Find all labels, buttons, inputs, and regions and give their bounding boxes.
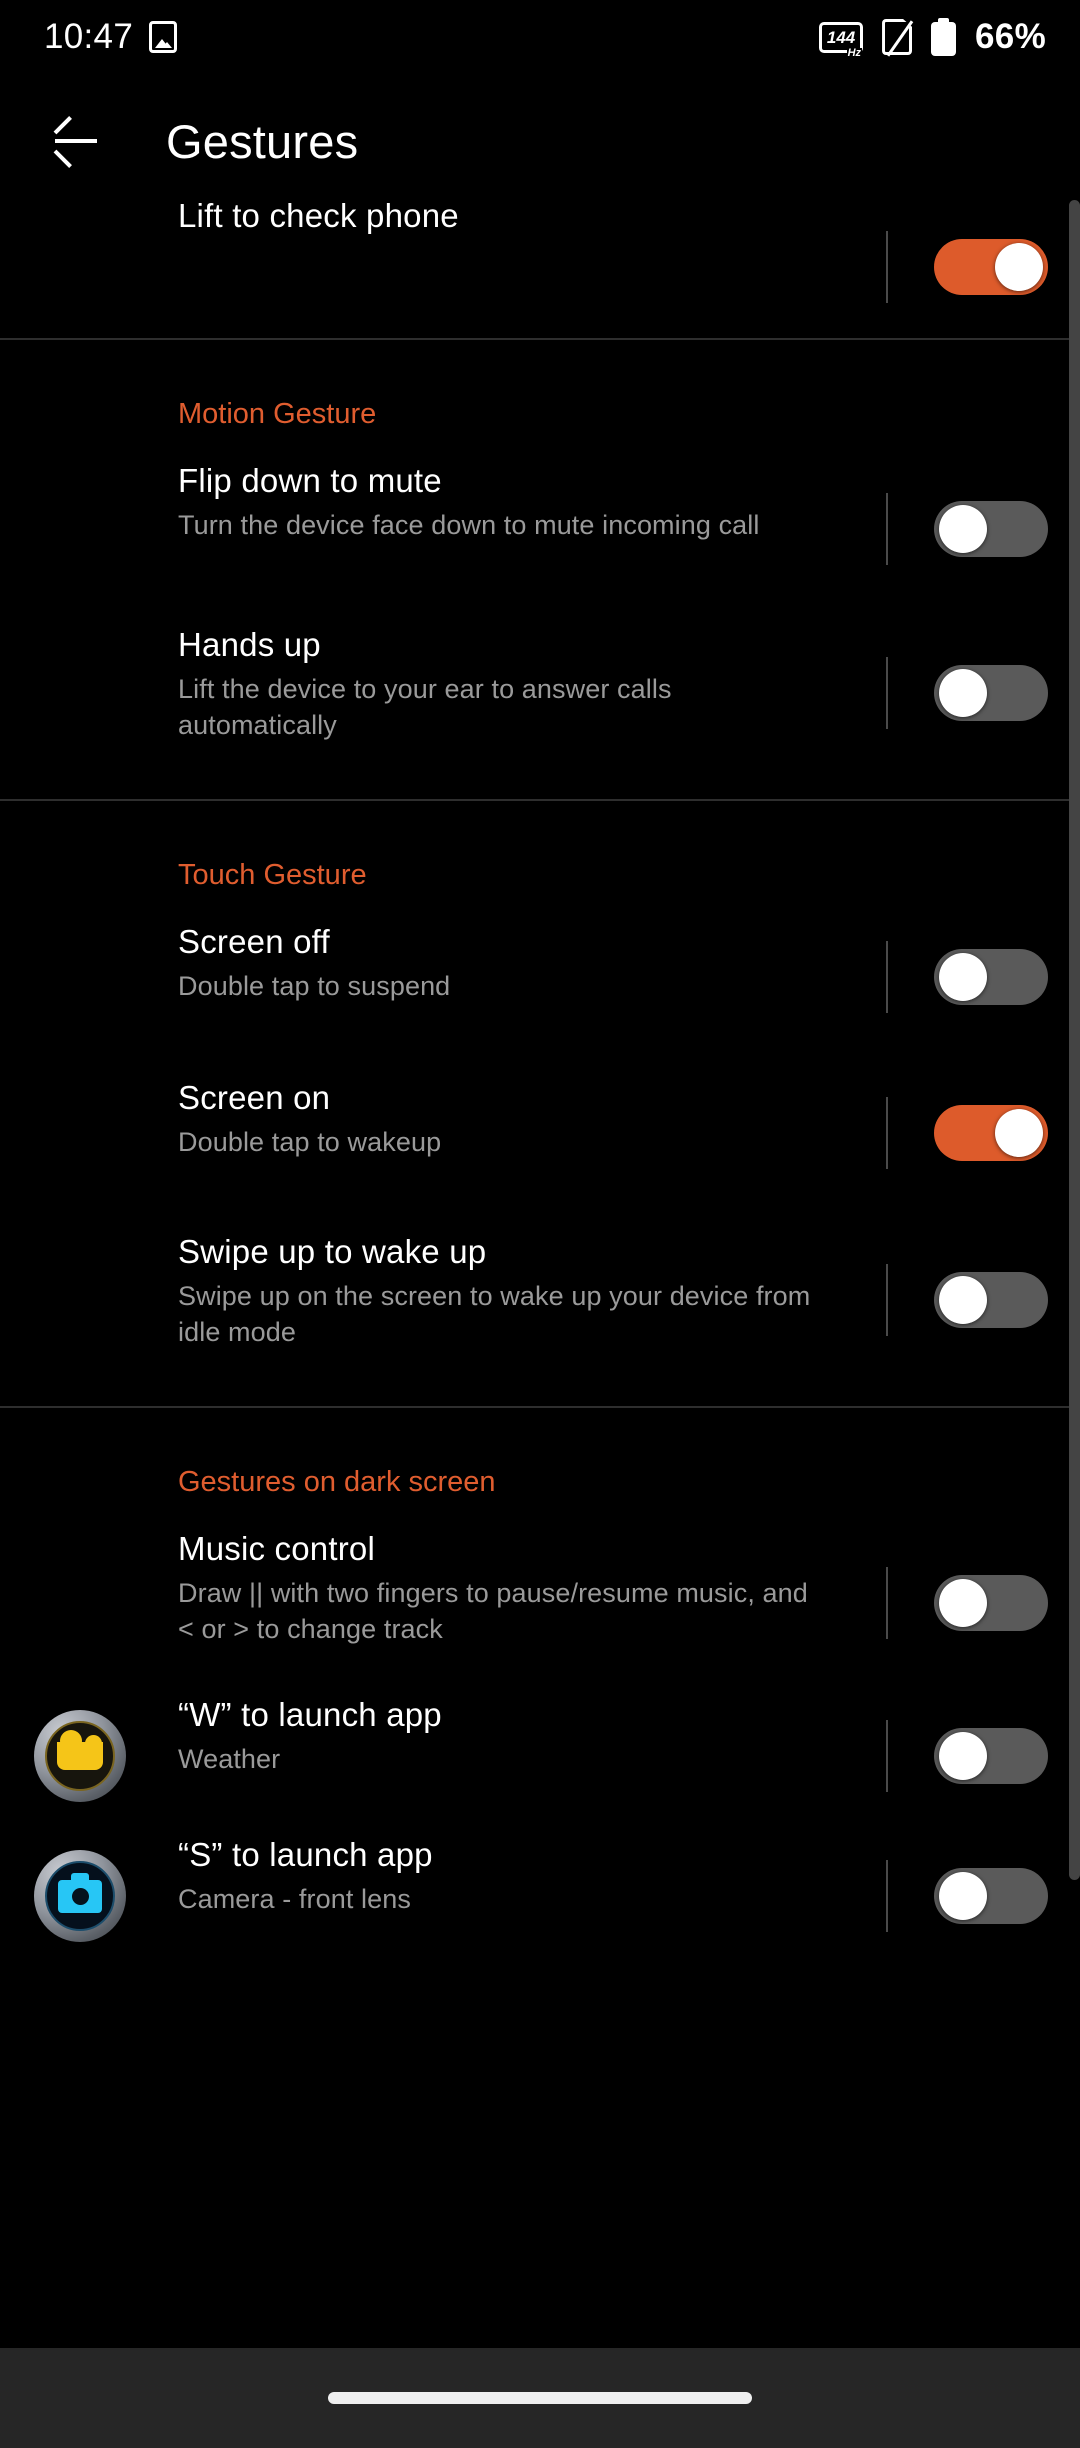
setting-row-lift-to-check-phone[interactable]: Lift to check phone [0, 196, 1080, 338]
row-control [886, 1567, 1080, 1639]
row-subtitle: Swipe up on the screen to wake up your d… [178, 1281, 811, 1347]
row-control [886, 1097, 1080, 1169]
row-subtitle: Turn the device face down to mute incomi… [178, 510, 760, 541]
setting-row-music-control[interactable]: Music control Draw || with two fingers t… [0, 1529, 1080, 1677]
row-control [886, 231, 1080, 303]
toggle-swipe-up-to-wake-up[interactable] [934, 1272, 1048, 1328]
toggle-screen-on[interactable] [934, 1105, 1048, 1161]
setting-row-screen-off[interactable]: Screen off Double tap to suspend [0, 922, 1080, 1032]
status-bar-right: 144 Hz 66% [819, 17, 1046, 59]
row-control [886, 1720, 1080, 1792]
back-button[interactable] [28, 93, 124, 189]
row-title: Music control [178, 1530, 375, 1567]
toggle-s-to-launch-app[interactable] [934, 1868, 1048, 1924]
toggle-screen-off[interactable] [934, 949, 1048, 1005]
settings-section-motion-gesture: Motion Gesture Flip down to mute Turn th… [0, 340, 1080, 799]
toggle-hands-up[interactable] [934, 665, 1048, 721]
camera-app-icon [34, 1850, 126, 1942]
weather-app-icon [34, 1710, 126, 1802]
section-header-touch-gesture: Touch Gesture [178, 859, 367, 891]
row-control [886, 1860, 1080, 1932]
row-subtitle: Double tap to suspend [178, 971, 451, 1002]
screenshot-icon [149, 21, 178, 53]
row-divider [886, 231, 888, 303]
setting-row-w-to-launch-app[interactable]: “W” to launch app Weather [0, 1695, 1080, 1817]
app-bar: Gestures [0, 86, 1080, 196]
refresh-rate-value: 144 [826, 27, 856, 47]
back-arrow-icon [53, 116, 97, 168]
row-divider [886, 657, 888, 729]
row-divider [886, 1264, 888, 1336]
row-divider [886, 1720, 888, 1792]
setting-row-swipe-up-to-wake-up[interactable]: Swipe up to wake up Swipe up on the scre… [0, 1232, 1080, 1368]
toggle-w-to-launch-app[interactable] [934, 1728, 1048, 1784]
no-sim-icon [882, 19, 914, 57]
row-control [886, 493, 1080, 565]
home-gesture-pill[interactable] [328, 2392, 752, 2404]
row-subtitle: Camera - front lens [178, 1884, 411, 1915]
refresh-rate-icon: 144 Hz [819, 21, 864, 59]
page-title: Gestures [166, 114, 359, 168]
row-control [886, 657, 1080, 729]
toggle-music-control[interactable] [934, 1575, 1048, 1631]
setting-row-screen-on[interactable]: Screen on Double tap to wakeup [0, 1078, 1080, 1188]
status-bar: 10:47 144 Hz 66% [0, 0, 1080, 74]
row-divider [886, 493, 888, 565]
row-subtitle: Lift the device to your ear to answer ca… [178, 674, 672, 740]
row-divider [886, 1860, 888, 1932]
row-subtitle: Double tap to wakeup [178, 1127, 442, 1158]
settings-section-gestures-on-dark-screen: Gestures on dark screen Music control Dr… [0, 1408, 1080, 1957]
battery-icon [931, 18, 957, 56]
settings-section-touch-gesture: Touch Gesture Screen off Double tap to s… [0, 801, 1080, 1406]
refresh-rate-unit: Hz [846, 46, 863, 59]
vertical-scrollbar[interactable] [1069, 200, 1080, 1880]
row-divider [886, 941, 888, 1013]
gestures-settings-screen: 10:47 144 Hz 66% Gestures Lift to check … [0, 0, 1080, 2448]
section-header-gestures-on-dark-screen: Gestures on dark screen [178, 1466, 496, 1498]
row-control [886, 1264, 1080, 1336]
toggle-flip-down-to-mute[interactable] [934, 501, 1048, 557]
setting-row-hands-up[interactable]: Hands up Lift the device to your ear to … [0, 625, 1080, 761]
row-subtitle: Draw || with two fingers to pause/resume… [178, 1578, 808, 1644]
status-bar-left: 10:47 [44, 17, 178, 57]
battery-percent-label: 66% [975, 17, 1046, 56]
row-divider [886, 1567, 888, 1639]
row-subtitle: Weather [178, 1744, 281, 1775]
row-control [886, 941, 1080, 1013]
settings-section: Lift to check phone [0, 196, 1080, 338]
row-divider [886, 1097, 888, 1169]
status-bar-clock: 10:47 [44, 17, 134, 56]
setting-row-s-to-launch-app[interactable]: “S” to launch app Camera - front lens [0, 1835, 1080, 1957]
settings-list: Lift to check phone Motion Gesture Flip … [0, 196, 1080, 1957]
section-header-motion-gesture: Motion Gesture [178, 398, 377, 430]
toggle-lift-to-check-phone[interactable] [934, 239, 1048, 295]
setting-row-flip-down-to-mute[interactable]: Flip down to mute Turn the device face d… [0, 461, 1080, 597]
navigation-bar [0, 2348, 1080, 2448]
